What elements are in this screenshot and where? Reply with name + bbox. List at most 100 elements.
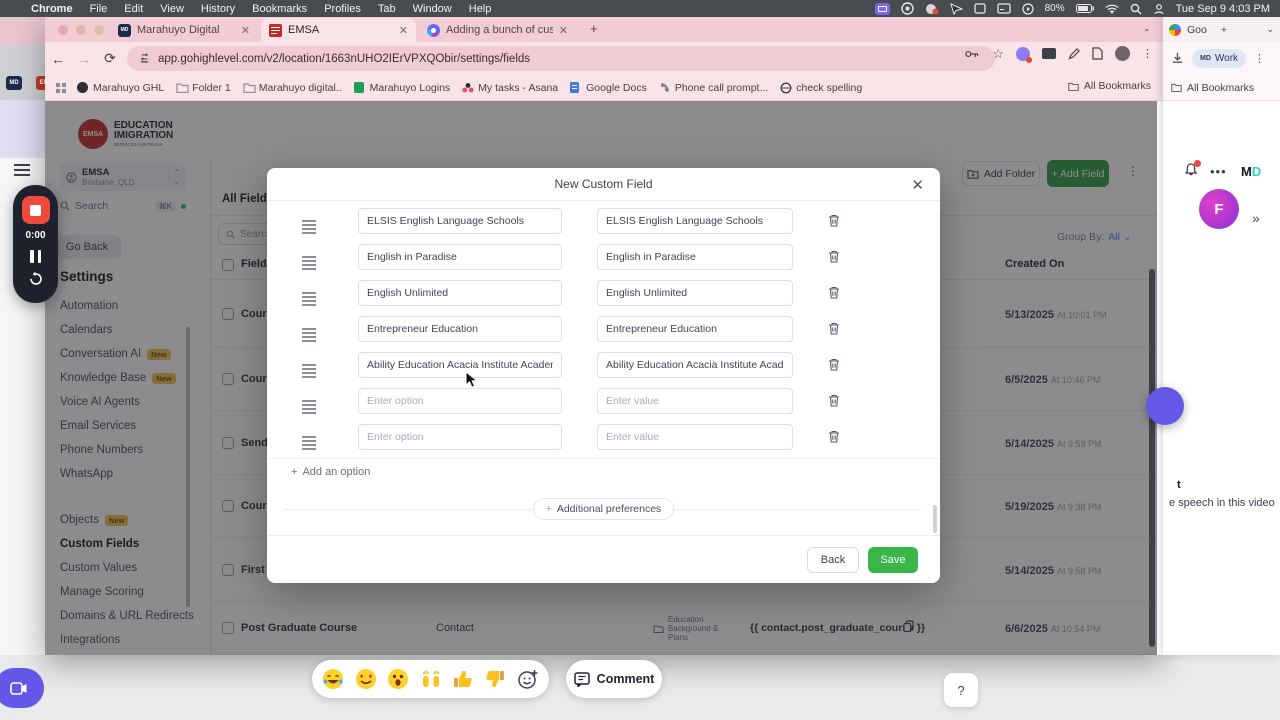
delete-row-icon[interactable] — [828, 394, 840, 412]
thumbs-up-reaction-icon[interactable] — [452, 668, 474, 690]
menu-item-view[interactable]: View — [160, 3, 184, 15]
delete-row-icon[interactable] — [828, 250, 840, 268]
battery-icon[interactable] — [1075, 0, 1094, 17]
value-input[interactable] — [597, 388, 793, 414]
option-input[interactable] — [358, 244, 562, 270]
stop-recording-button[interactable] — [21, 196, 50, 224]
value-input[interactable] — [597, 316, 793, 342]
bookmark-marahuyo-digital[interactable]: Marahuyo digital.. — [237, 80, 348, 96]
menu-item-file[interactable]: File — [90, 3, 108, 15]
bookmark-marahuyo-ghl[interactable]: Marahuyo GHL — [71, 80, 170, 96]
cursor-app-icon[interactable] — [949, 0, 963, 17]
camera-app-icon[interactable] — [900, 0, 914, 17]
traffic-light-minimize[interactable] — [76, 25, 86, 35]
menu-item-history[interactable]: History — [201, 3, 235, 15]
drag-handle-icon[interactable] — [302, 328, 316, 342]
extension-page-icon[interactable] — [1092, 47, 1103, 60]
value-input[interactable] — [597, 244, 793, 270]
spotlight-search-icon[interactable] — [1130, 0, 1142, 17]
collapse-panel-icon[interactable]: » — [1252, 210, 1260, 226]
bg-menu-icon[interactable]: ⋮ — [1254, 52, 1265, 65]
forward-icon[interactable]: → — [71, 51, 97, 67]
menu-item-bookmarks[interactable]: Bookmarks — [252, 3, 307, 15]
menu-item-tab[interactable]: Tab — [378, 3, 396, 15]
download-icon[interactable] — [1171, 52, 1184, 65]
extension-fab-icon[interactable] — [1146, 387, 1184, 425]
traffic-light-close[interactable] — [58, 25, 68, 35]
new-tab-button[interactable]: + — [590, 21, 598, 36]
thumbs-down-reaction-icon[interactable] — [484, 668, 506, 690]
modal-scrollbar[interactable] — [933, 505, 937, 533]
back-button[interactable]: Back — [807, 546, 859, 573]
pause-recording-button[interactable] — [30, 250, 41, 263]
option-input[interactable] — [358, 424, 562, 450]
raised-hands-reaction-icon[interactable] — [420, 668, 442, 690]
extension-keyboard-icon[interactable] — [1042, 48, 1056, 59]
bg-tab-label[interactable]: Goo — [1187, 24, 1207, 36]
value-input[interactable] — [597, 424, 793, 450]
meet-recording-icon[interactable] — [925, 0, 939, 17]
option-input[interactable] — [358, 316, 562, 342]
bookmark-star-icon[interactable]: ☆ — [992, 47, 1004, 60]
browser-tab-1[interactable]: MD Marahuyo Digital ✕ — [110, 18, 258, 42]
bookmark-marahuyo-logins[interactable]: Marahuyo Logins — [348, 80, 457, 96]
recorder-menu-icon[interactable] — [14, 164, 30, 176]
tab-close-icon[interactable]: ✕ — [559, 24, 568, 37]
bg-tab-chevron-icon[interactable]: ⌄ — [1266, 24, 1274, 35]
restart-recording-icon[interactable] — [28, 271, 44, 287]
browser-menu-icon[interactable]: ⋮ — [1142, 47, 1153, 60]
add-reaction-reaction-icon[interactable] — [517, 668, 539, 690]
bookmark-check-spelling[interactable]: check spelling — [774, 80, 868, 96]
add-an-option-link[interactable]: + Add an option — [291, 466, 370, 478]
additional-preferences-button[interactable]: + Additional preferences — [532, 498, 675, 520]
more-options-icon[interactable]: ••• — [1210, 164, 1227, 179]
astonished-reaction-icon[interactable] — [387, 668, 409, 690]
drag-handle-icon[interactable] — [302, 220, 316, 234]
drag-handle-icon[interactable] — [302, 364, 316, 378]
reload-icon[interactable]: ⟳ — [97, 50, 123, 67]
tab-close-icon[interactable]: ✕ — [399, 24, 408, 37]
close-icon[interactable]: ✕ — [911, 176, 924, 194]
card-icon[interactable] — [996, 0, 1011, 17]
browser-tab-3[interactable]: Adding a bunch of custom fi ✕ — [419, 18, 576, 42]
drag-handle-icon[interactable] — [302, 256, 316, 270]
value-input[interactable] — [597, 208, 793, 234]
camera-bubble-button[interactable] — [0, 668, 44, 708]
battery-percent-text[interactable]: 80% — [1045, 0, 1065, 17]
profile-chip[interactable]: MD Work — [1192, 49, 1247, 68]
heart-eyes-reaction-icon[interactable] — [355, 668, 377, 690]
save-button[interactable]: Save — [868, 546, 918, 573]
bookmark-folder-1[interactable]: Folder 1 — [170, 80, 237, 96]
url-text[interactable]: app.gohighlevel.com/v2/location/1663nUHO… — [158, 53, 530, 65]
password-key-icon[interactable] — [965, 49, 980, 59]
value-input[interactable] — [597, 280, 793, 306]
playback-icon[interactable] — [1022, 0, 1034, 17]
option-input[interactable] — [358, 280, 562, 306]
bg-all-bookmarks[interactable]: All Bookmarks — [1187, 82, 1254, 94]
url-bar[interactable]: app.gohighlevel.com/v2/location/1663nUHO… — [127, 46, 995, 71]
extension-pen-icon[interactable] — [1068, 47, 1080, 60]
browser-tab-2[interactable]: EMSA ✕ — [261, 18, 416, 42]
bookmark-my-tasks-asana[interactable]: My tasks - Asana — [456, 80, 564, 96]
background-bookmark-md[interactable]: MD — [6, 76, 22, 90]
site-connection-icon[interactable] — [139, 53, 150, 64]
back-icon[interactable]: ← — [45, 51, 71, 67]
delete-row-icon[interactable] — [828, 322, 840, 340]
tab-close-icon[interactable]: ✕ — [241, 24, 250, 37]
menu-item-chrome[interactable]: Chrome — [31, 3, 73, 15]
delete-row-icon[interactable] — [828, 430, 840, 448]
delete-row-icon[interactable] — [828, 214, 840, 232]
tab-search-chevron-icon[interactable]: ⌄ — [1143, 23, 1151, 34]
menu-item-help[interactable]: Help — [469, 3, 492, 15]
joy-reaction-icon[interactable] — [322, 668, 344, 690]
all-bookmarks-button[interactable]: All Bookmarks — [1068, 80, 1151, 92]
notification-bell-icon[interactable] — [1183, 160, 1201, 183]
bg-new-tab-button[interactable]: + — [1221, 24, 1227, 36]
delete-row-icon[interactable] — [828, 286, 840, 304]
menu-bar-clock[interactable]: Tue Sep 9 4:03 PM — [1176, 0, 1270, 17]
drag-handle-icon[interactable] — [302, 436, 316, 450]
extension-recorder-icon[interactable] — [1016, 46, 1032, 63]
drag-handle-icon[interactable] — [302, 292, 316, 306]
help-button[interactable]: ? — [944, 673, 978, 707]
bookmark-google-docs[interactable]: Google Docs — [564, 80, 653, 96]
